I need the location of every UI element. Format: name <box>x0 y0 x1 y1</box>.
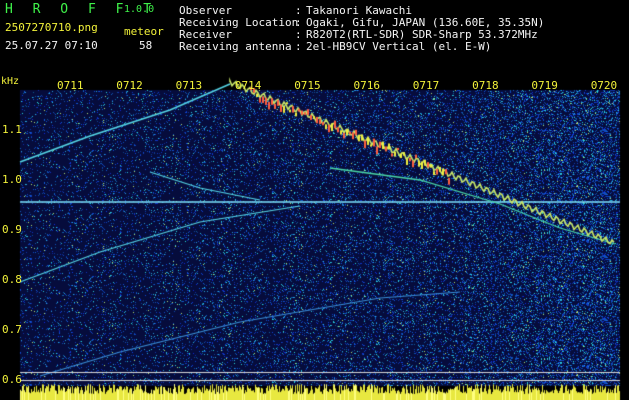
meteor-count: 58 <box>139 39 153 52</box>
y-tick-label: 0.8 <box>2 273 22 286</box>
x-tick-label: 0716 <box>353 79 381 92</box>
y-tick-label: 0.7 <box>2 323 22 336</box>
y-axis-unit: kHz <box>1 76 20 87</box>
x-tick-label: 0719 <box>531 79 558 92</box>
app-version: 1.0.0 <box>124 4 155 15</box>
info-sep-antenna: : <box>295 40 302 53</box>
x-tick-label: 0714 <box>234 79 262 92</box>
x-tick-label: 0720 <box>590 79 618 92</box>
info-label-antenna: Receiving antenna <box>179 40 292 53</box>
header-panel: H R O F F T 1.0.0 2507270710.png 25.07.2… <box>0 0 629 76</box>
x-tick-label: 0711 <box>57 79 84 92</box>
x-tick-label: 0715 <box>294 79 321 92</box>
x-tick-label: 0717 <box>412 79 440 92</box>
file-name: 2507270710.png <box>5 21 98 34</box>
x-tick-label: 0712 <box>116 79 143 92</box>
y-tick-label: 0.6 <box>2 373 22 386</box>
file-datetime: 25.07.27 07:10 <box>5 39 98 52</box>
spectrogram-canvas <box>0 76 629 400</box>
info-value-antenna: 2el-HB9CV Vertical (el. E-W) <box>306 40 492 53</box>
y-tick-label: 0.9 <box>2 223 22 236</box>
meteor-label: meteor <box>124 25 164 38</box>
x-tick-label: 0718 <box>472 79 499 92</box>
y-tick-label: 1.1 <box>2 123 22 136</box>
x-tick-label: 0713 <box>175 79 203 92</box>
y-tick-label: 1.0 <box>2 173 22 186</box>
